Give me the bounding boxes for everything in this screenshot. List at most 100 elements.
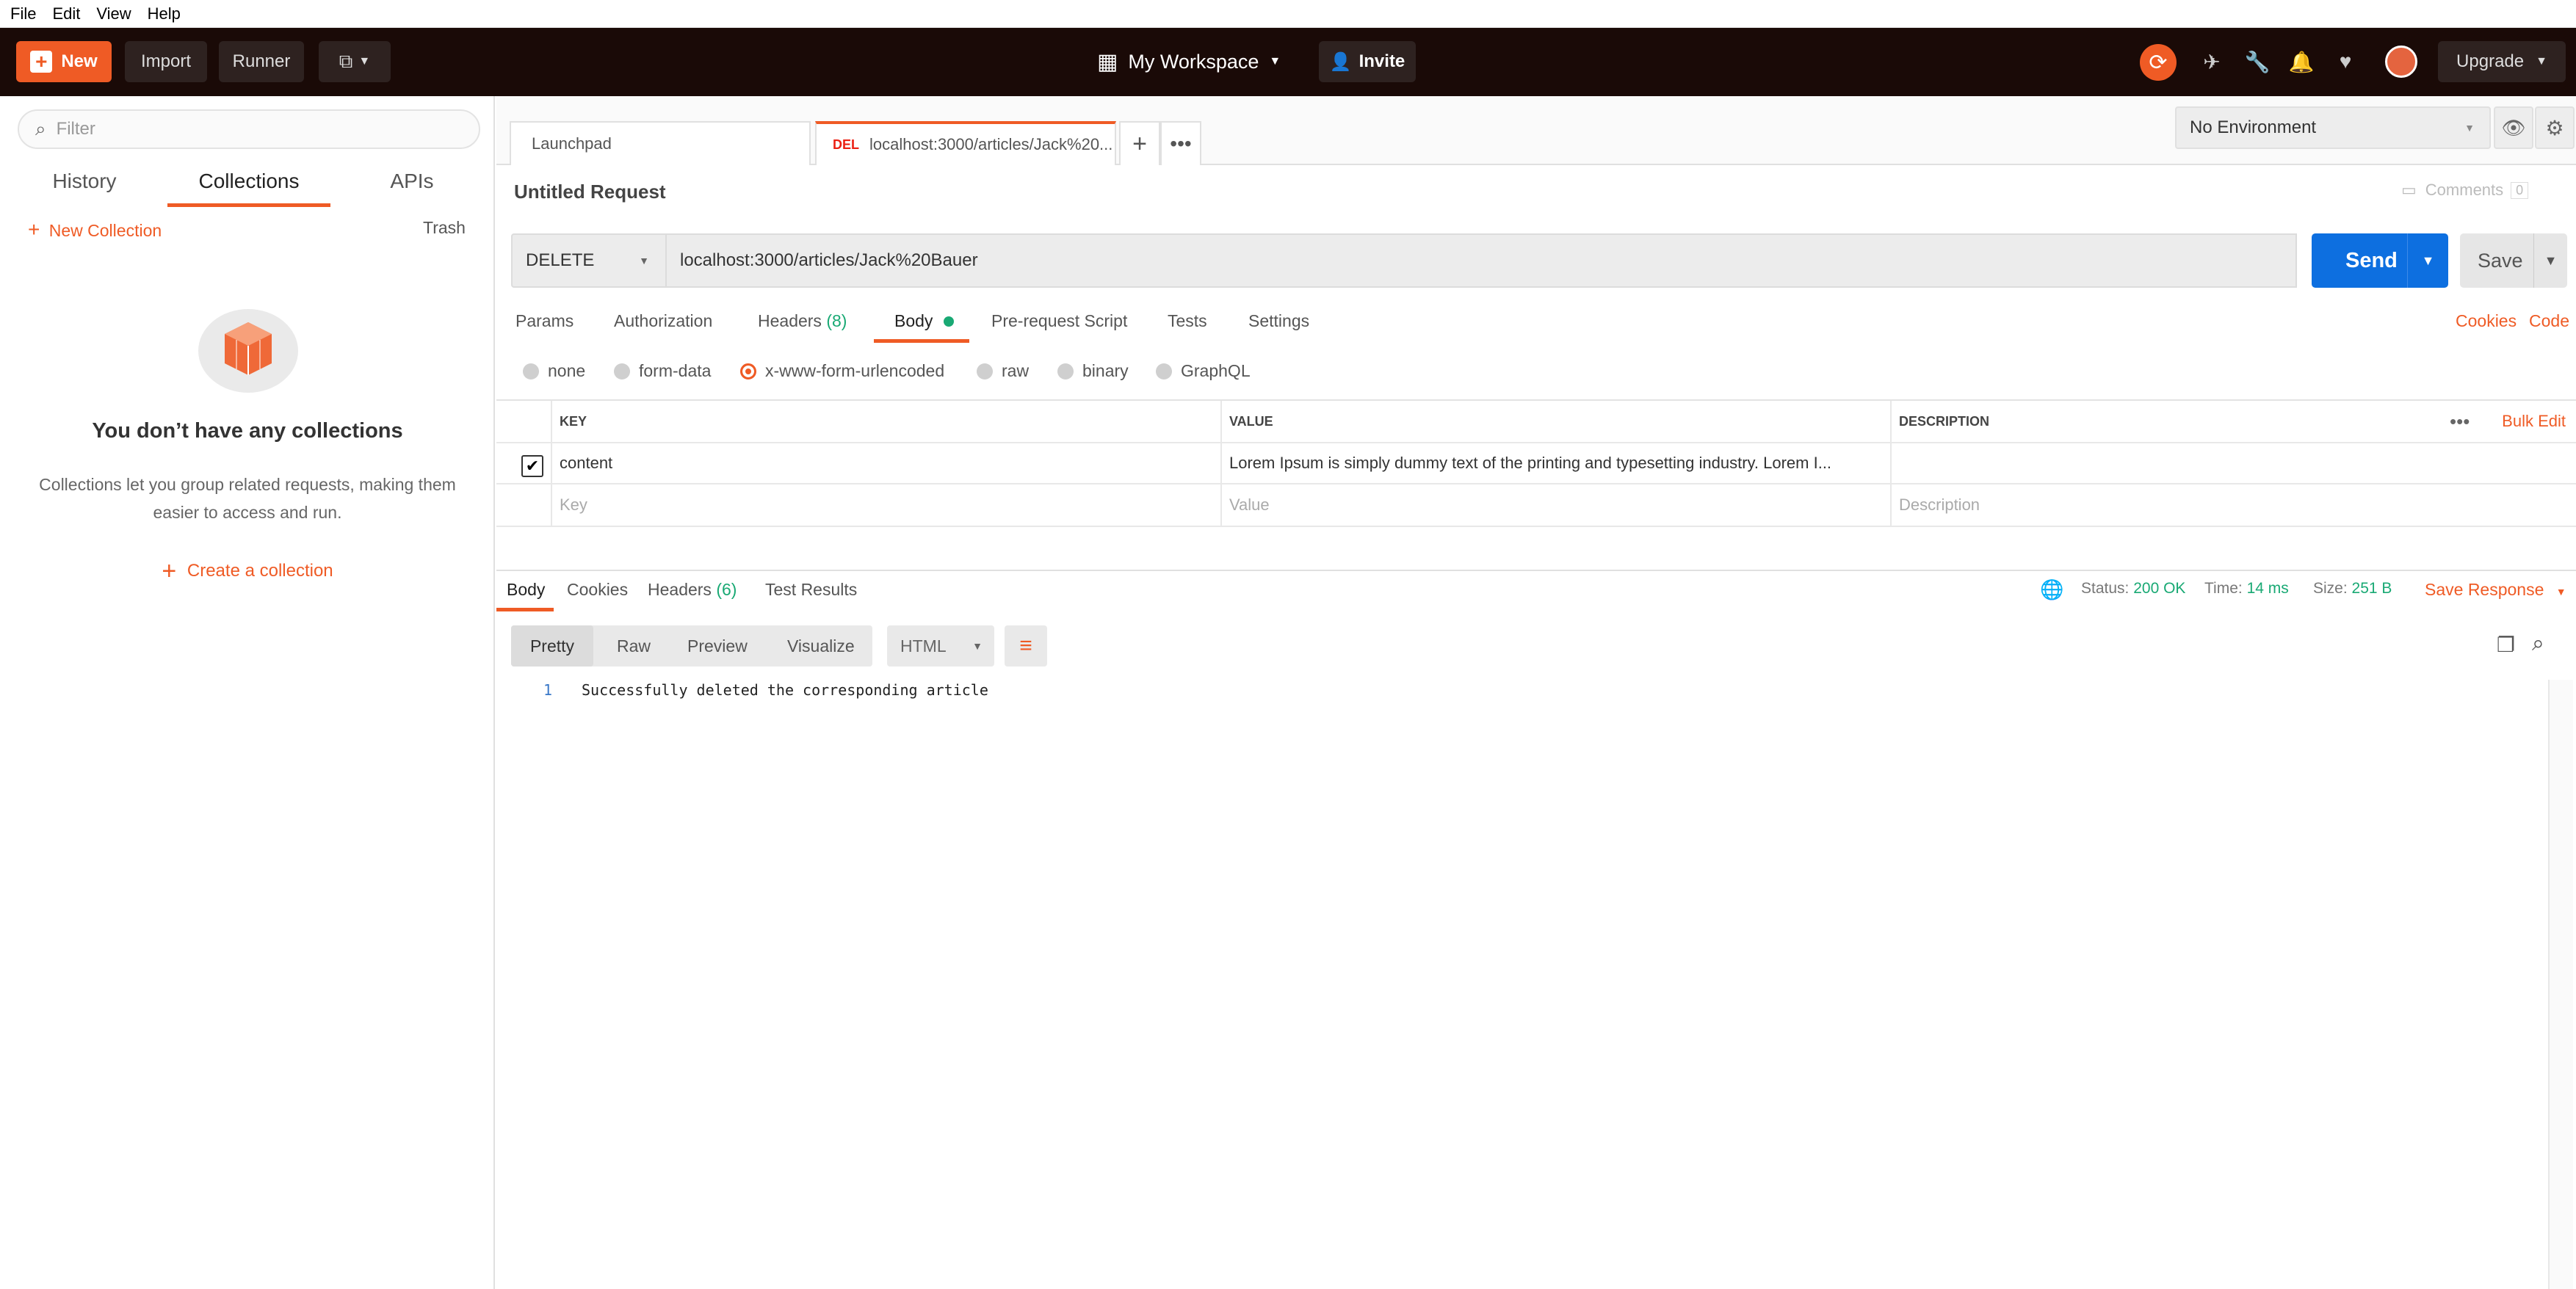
new-collection-button[interactable]: + New Collection: [28, 218, 162, 242]
description-placeholder[interactable]: Description: [1890, 484, 2576, 526]
eye-icon[interactable]: 👁: [2494, 106, 2533, 149]
gear-icon[interactable]: ⚙: [2535, 106, 2575, 149]
menu-view[interactable]: View: [96, 4, 131, 23]
invite-button[interactable]: 👤 Invite: [1319, 41, 1416, 82]
create-collection-button[interactable]: + Create a collection: [0, 557, 495, 586]
row-key-cell[interactable]: content: [551, 443, 1220, 483]
method-label: DELETE: [526, 250, 595, 270]
key-placeholder[interactable]: Key: [551, 484, 1220, 526]
comments-label: Comments: [2425, 181, 2504, 199]
response-tab-headers[interactable]: Headers (6): [648, 580, 737, 600]
radio-binary[interactable]: binary: [1057, 361, 1129, 381]
satellite-icon[interactable]: ✈: [2197, 47, 2226, 76]
view-pretty-button[interactable]: Pretty: [511, 625, 593, 667]
app-header: + New Import Runner ⧉ ▼ ▦ My Workspace ▼…: [0, 28, 2576, 96]
tab-authorization[interactable]: Authorization: [614, 311, 712, 331]
response-body-text[interactable]: Successfully deleted the corresponding a…: [582, 681, 988, 699]
comments-button[interactable]: ▭ Comments 0: [2401, 181, 2529, 200]
tab-collections[interactable]: Collections: [167, 170, 330, 207]
new-window-button[interactable]: ⧉ ▼: [319, 41, 391, 82]
size-label: Size:: [2313, 580, 2348, 597]
cookies-link[interactable]: Cookies: [2456, 311, 2517, 331]
tab-apis[interactable]: APIs: [350, 170, 474, 193]
time-label: Time:: [2204, 580, 2243, 597]
url-input[interactable]: localhost:3000/articles/Jack%20Bauer: [667, 233, 2297, 288]
response-headers-label: Headers: [648, 580, 712, 599]
status-value: 200 OK: [2133, 580, 2186, 597]
tab-params[interactable]: Params: [515, 311, 574, 331]
radio-raw[interactable]: raw: [977, 361, 1029, 381]
size-info: Size: 251 B: [2313, 580, 2392, 598]
sync-icon[interactable]: ⟳: [2140, 44, 2177, 81]
tab-launchpad[interactable]: Launchpad: [510, 121, 811, 165]
chevron-down-icon: ▼: [2536, 55, 2547, 68]
new-button[interactable]: + New: [16, 41, 112, 82]
send-button[interactable]: Send ▼: [2312, 233, 2448, 288]
chevron-down-icon[interactable]: ▼: [2407, 233, 2448, 288]
row-value-cell[interactable]: Lorem Ipsum is simply dummy text of the …: [1220, 443, 1890, 483]
chevron-down-icon: ▼: [639, 255, 649, 266]
environment-select[interactable]: No Environment ▼: [2175, 106, 2491, 149]
search-icon[interactable]: ⌕: [2532, 631, 2544, 656]
save-button[interactable]: Save ▼: [2460, 233, 2567, 288]
menu-help[interactable]: Help: [148, 4, 181, 23]
headers-count: (8): [826, 311, 847, 330]
row-checkbox[interactable]: ✔: [521, 455, 543, 477]
view-raw-button[interactable]: Raw: [617, 625, 651, 667]
bell-icon[interactable]: 🔔: [2287, 47, 2316, 76]
wrench-icon[interactable]: 🔧: [2243, 47, 2272, 76]
radio-x-www-form-urlencoded[interactable]: x-www-form-urlencoded: [740, 361, 944, 381]
code-link[interactable]: Code: [2529, 311, 2569, 331]
radio-label: none: [548, 361, 586, 380]
add-tab-button[interactable]: +: [1119, 121, 1160, 165]
chevron-down-icon[interactable]: ▼: [2533, 233, 2567, 288]
tab-headers[interactable]: Headers (8): [758, 311, 847, 331]
runner-button[interactable]: Runner: [219, 41, 304, 82]
invite-label: Invite: [1358, 51, 1405, 71]
response-tab-test-results[interactable]: Test Results: [765, 580, 857, 600]
heart-icon[interactable]: ♥: [2331, 47, 2360, 76]
tab-body[interactable]: Body: [894, 311, 954, 331]
menu-file[interactable]: File: [10, 4, 36, 23]
radio-graphql[interactable]: GraphQL: [1156, 361, 1251, 381]
new-collection-label: New Collection: [48, 221, 162, 240]
format-select[interactable]: HTML ▼: [887, 625, 994, 667]
tab-settings[interactable]: Settings: [1248, 311, 1309, 331]
radio-none[interactable]: none: [523, 361, 585, 381]
filter-input[interactable]: ⌕ Filter: [18, 109, 480, 149]
tab-prerequest-script[interactable]: Pre-request Script: [991, 311, 1127, 331]
tab-history[interactable]: History: [22, 170, 147, 193]
response-tab-body[interactable]: Body: [507, 580, 545, 600]
view-visualize-button[interactable]: Visualize: [787, 625, 855, 667]
tab-delete-request[interactable]: DEL localhost:3000/articles/Jack%20...: [815, 121, 1116, 165]
bulk-edit-link[interactable]: Bulk Edit: [2502, 401, 2566, 442]
upgrade-button[interactable]: Upgrade ▼: [2438, 41, 2566, 82]
chevron-down-icon: ▼: [972, 640, 983, 652]
trash-button[interactable]: Trash: [423, 218, 466, 238]
wrap-lines-icon[interactable]: ≡: [1005, 625, 1047, 667]
request-title[interactable]: Untitled Request: [514, 181, 666, 203]
more-options-icon[interactable]: •••: [2450, 401, 2470, 442]
response-tab-cookies[interactable]: Cookies: [567, 580, 628, 600]
workspace-selector[interactable]: ▦ My Workspace ▼: [1097, 41, 1295, 82]
more-tabs-icon[interactable]: •••: [1160, 121, 1201, 165]
response-scrollbar[interactable]: [2548, 680, 2573, 1289]
import-button[interactable]: Import: [125, 41, 207, 82]
avatar-icon[interactable]: [2385, 46, 2417, 78]
format-label: HTML: [900, 636, 947, 656]
row-description-cell[interactable]: [1890, 443, 2576, 483]
radio-label: raw: [1002, 361, 1030, 380]
method-select[interactable]: DELETE ▼: [511, 233, 667, 288]
save-response-button[interactable]: Save Response ▼: [2425, 580, 2566, 600]
add-user-icon: 👤: [1329, 51, 1352, 72]
empty-collections-illustration: [198, 309, 298, 393]
radio-circle: [1057, 363, 1074, 380]
tab-tests[interactable]: Tests: [1168, 311, 1207, 331]
copy-icon[interactable]: ❐: [2497, 633, 2515, 657]
comment-icon: ▭: [2401, 181, 2417, 199]
view-preview-button[interactable]: Preview: [687, 625, 748, 667]
radio-form-data[interactable]: form-data: [614, 361, 711, 381]
value-placeholder[interactable]: Value: [1220, 484, 1890, 526]
menu-edit[interactable]: Edit: [52, 4, 80, 23]
plus-icon: +: [28, 218, 40, 241]
